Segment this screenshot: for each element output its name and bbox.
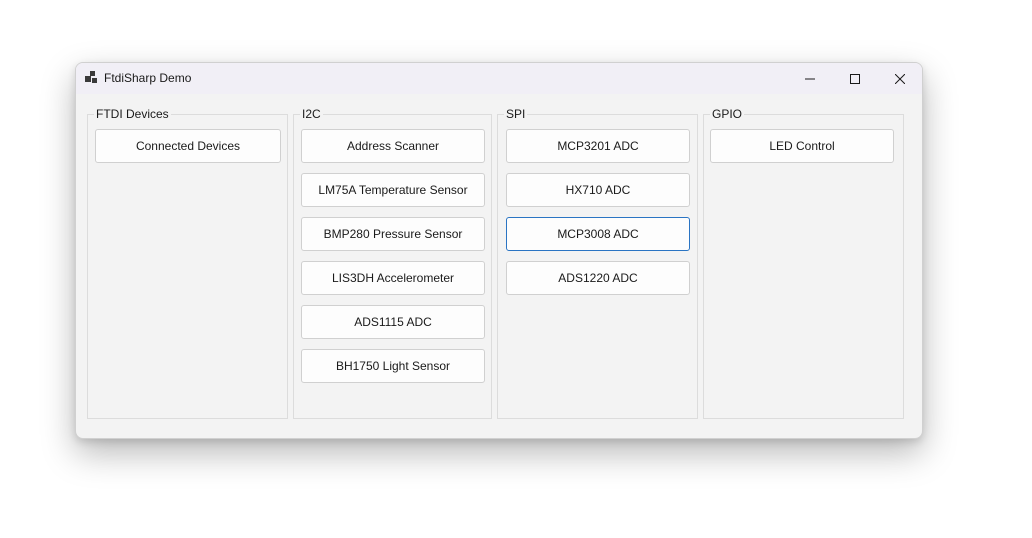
app-icon [85,71,97,83]
connected-devices-button[interactable]: Connected Devices [95,129,281,163]
group-label: SPI [504,106,528,122]
minimize-icon [804,78,815,79]
maximize-button[interactable] [832,63,877,94]
app-window: FtdiSharp Demo FTDI Devices Connected De… [75,62,923,439]
close-icon [894,73,905,84]
lm75a-temperature-sensor-button[interactable]: LM75A Temperature Sensor [301,173,485,207]
group-ftdi-devices: FTDI Devices Connected Devices [87,106,288,419]
group-i2c: I2C Address Scanner LM75A Temperature Se… [293,106,492,419]
lis3dh-accelerometer-button[interactable]: LIS3DH Accelerometer [301,261,485,295]
bmp280-pressure-sensor-button[interactable]: BMP280 Pressure Sensor [301,217,485,251]
address-scanner-button[interactable]: Address Scanner [301,129,485,163]
bh1750-light-sensor-button[interactable]: BH1750 Light Sensor [301,349,485,383]
ads1115-adc-button[interactable]: ADS1115 ADC [301,305,485,339]
title-bar[interactable]: FtdiSharp Demo [76,63,922,94]
group-spi: SPI MCP3201 ADC HX710 ADC MCP3008 ADC AD… [497,106,698,419]
close-button[interactable] [877,63,922,94]
led-control-button[interactable]: LED Control [710,129,894,163]
group-label: GPIO [710,106,745,122]
ads1220-adc-button[interactable]: ADS1220 ADC [506,261,690,295]
minimize-button[interactable] [787,63,832,94]
group-label: FTDI Devices [94,106,171,122]
group-label: I2C [300,106,323,122]
maximize-icon [849,73,860,84]
hx710-adc-button[interactable]: HX710 ADC [506,173,690,207]
window-title: FtdiSharp Demo [104,71,192,85]
group-gpio: GPIO LED Control [703,106,904,419]
mcp3008-adc-button[interactable]: MCP3008 ADC [506,217,690,251]
mcp3201-adc-button[interactable]: MCP3201 ADC [506,129,690,163]
